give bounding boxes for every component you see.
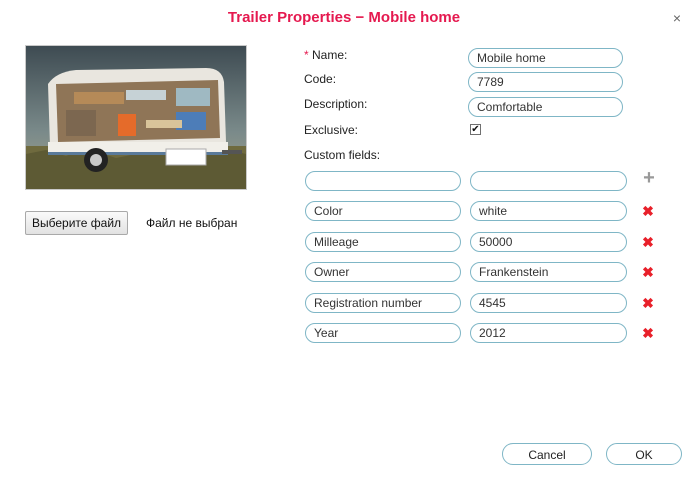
new-custom-field-value-input[interactable] bbox=[470, 171, 627, 191]
delete-custom-field-icon[interactable]: ✖ bbox=[641, 326, 655, 340]
code-input[interactable] bbox=[468, 72, 623, 92]
description-input[interactable] bbox=[468, 97, 623, 117]
description-label: Description: bbox=[304, 97, 368, 111]
custom-field-name-input[interactable] bbox=[305, 232, 461, 252]
trailer-properties-dialog: Trailer Properties − Mobile home × Выбер… bbox=[0, 0, 688, 481]
file-status-text: Файл не выбран bbox=[146, 216, 238, 230]
custom-field-value-input[interactable] bbox=[470, 201, 627, 221]
custom-field-name-input[interactable] bbox=[305, 323, 461, 343]
code-label: Code: bbox=[304, 72, 337, 86]
delete-custom-field-icon[interactable]: ✖ bbox=[641, 204, 655, 218]
custom-field-value-input[interactable] bbox=[470, 293, 627, 313]
dialog-title: Trailer Properties − Mobile home bbox=[227, 9, 461, 26]
custom-field-name-input[interactable] bbox=[305, 262, 461, 282]
ok-button[interactable]: OK bbox=[606, 443, 682, 465]
trailer-photo bbox=[25, 45, 247, 190]
custom-field-name-input[interactable] bbox=[305, 293, 461, 313]
choose-file-button[interactable]: Выберите файл bbox=[25, 211, 129, 235]
custom-field-value-input[interactable] bbox=[470, 323, 627, 343]
delete-custom-field-icon[interactable]: ✖ bbox=[641, 235, 655, 249]
custom-field-value-input[interactable] bbox=[470, 262, 627, 282]
exclusive-label: Exclusive: bbox=[304, 123, 359, 137]
add-custom-field-icon[interactable]: + bbox=[641, 168, 657, 188]
custom-field-value-input[interactable] bbox=[470, 232, 627, 252]
delete-custom-field-icon[interactable]: ✖ bbox=[641, 296, 655, 310]
cancel-button[interactable]: Cancel bbox=[502, 443, 592, 465]
name-input[interactable] bbox=[468, 48, 623, 68]
new-custom-field-name-input[interactable] bbox=[305, 171, 461, 191]
custom-field-name-input[interactable] bbox=[305, 201, 461, 221]
close-icon[interactable]: × bbox=[671, 11, 683, 25]
custom-fields-label: Custom fields: bbox=[304, 148, 381, 162]
exclusive-checkbox[interactable]: ✔ bbox=[470, 124, 481, 135]
delete-custom-field-icon[interactable]: ✖ bbox=[641, 265, 655, 279]
name-label: * Name: bbox=[304, 48, 348, 62]
